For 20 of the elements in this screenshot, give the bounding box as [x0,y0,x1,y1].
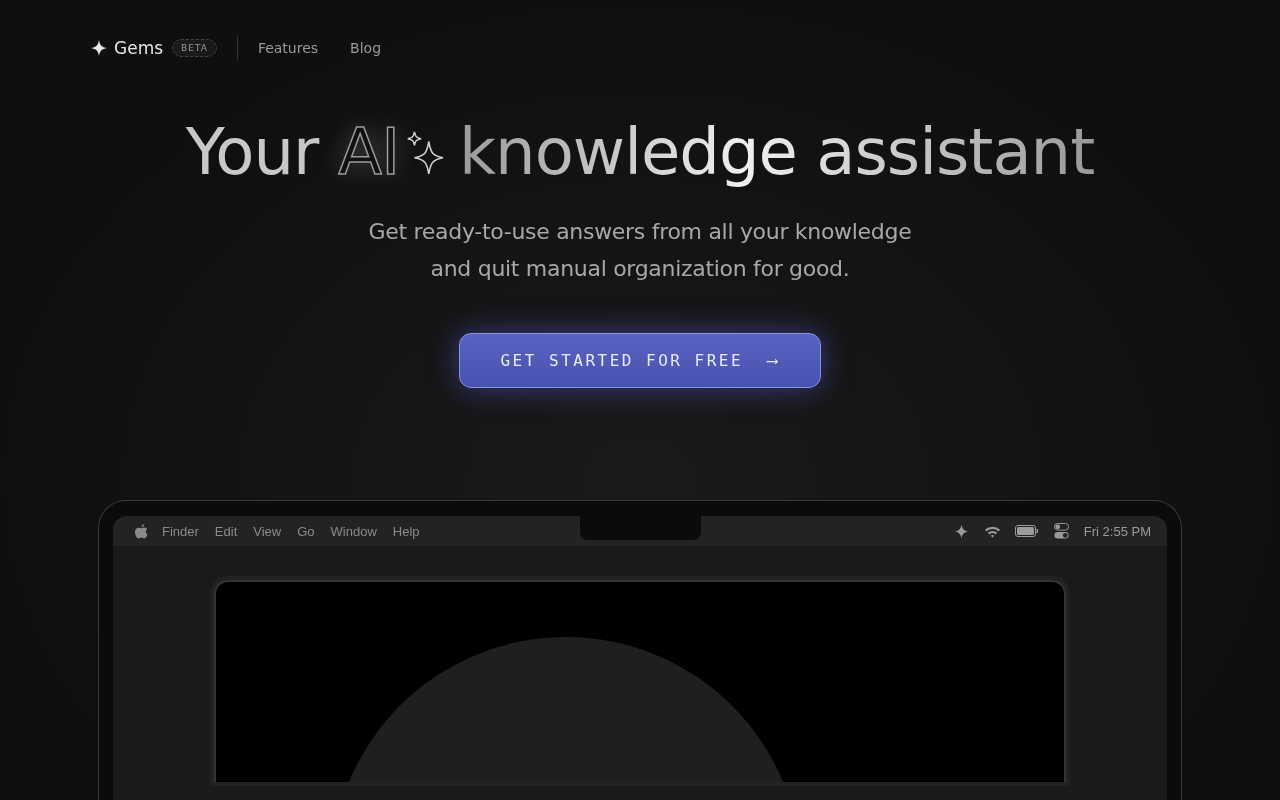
headline-text: Your [185,114,319,191]
nav-link[interactable]: Features [257,40,319,56]
brand-name[interactable]: Gems [114,38,164,58]
get-started-button[interactable]: GET STARTED FOR FREE ⟶ [459,332,821,388]
nav-link[interactable]: Blog [350,40,382,56]
sparkle-icon[interactable] [952,522,970,540]
subtitle-text: Get ready-to-use answers from all your knowledge and quit manual organization for good. [368,217,912,283]
menu-item[interactable]: Finder [162,523,199,539]
beta-badge: BETA [172,39,217,57]
toggles-icon[interactable] [1052,522,1070,540]
apple-icon[interactable] [135,523,148,539]
menu-item[interactable]: Window [330,523,377,539]
battery-icon[interactable] [1014,525,1039,537]
menu-item[interactable]: Help [392,523,420,539]
headline-ai-text: AI [338,114,399,191]
menu-clock: Fri 2:55 PM [1083,523,1151,539]
sparkle-icon [90,39,108,57]
menu-item[interactable]: Go [297,523,315,539]
menu-item[interactable]: Edit [214,523,238,539]
menu-item[interactable]: View [253,523,282,539]
